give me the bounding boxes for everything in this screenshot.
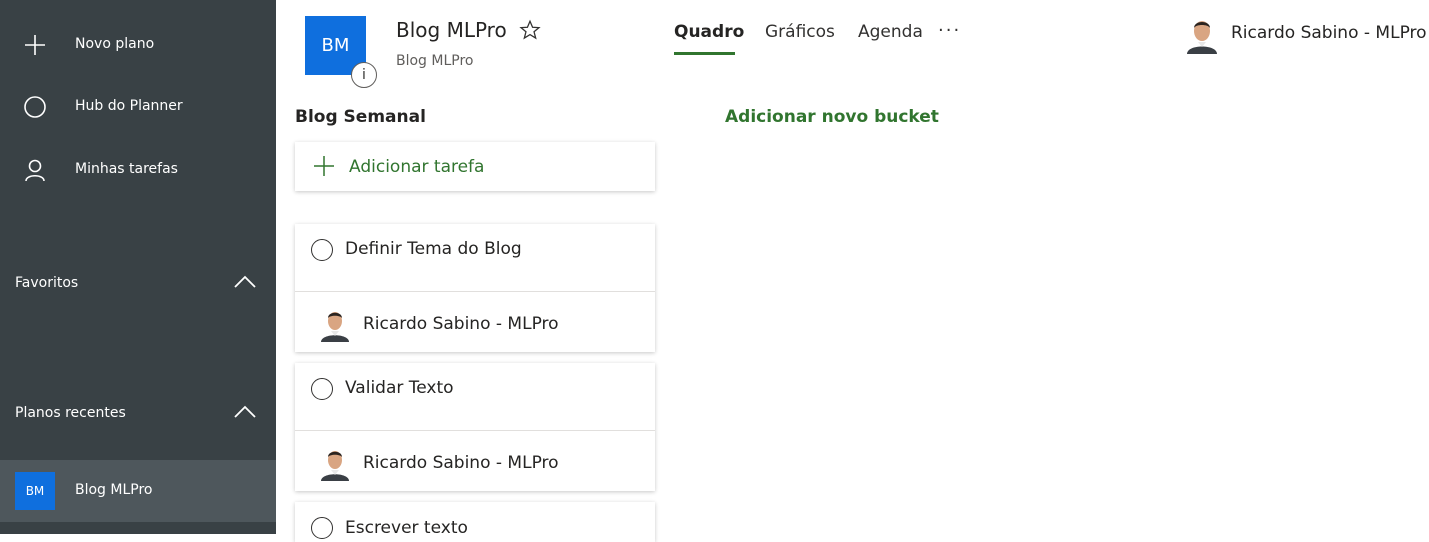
sidebar-item-my-tasks[interactable]: Minhas tarefas bbox=[0, 146, 276, 192]
task-title: Definir Tema do Blog bbox=[345, 239, 522, 259]
assignee-avatar bbox=[321, 451, 349, 481]
complete-task-checkbox[interactable] bbox=[311, 517, 333, 539]
sidebar-item-label: Blog MLPro bbox=[75, 482, 153, 498]
add-task-label: Adicionar tarefa bbox=[349, 157, 485, 177]
sidebar-item-label: Minhas tarefas bbox=[75, 161, 178, 177]
active-tab-indicator bbox=[674, 52, 735, 55]
favorite-star-icon[interactable] bbox=[519, 19, 541, 41]
card-divider bbox=[295, 291, 655, 292]
task-card[interactable]: Definir Tema do Blog Ricardo Sabino - ML… bbox=[295, 224, 655, 352]
user-name[interactable]: Ricardo Sabino - MLPro bbox=[1231, 23, 1427, 43]
plan-group-name: Blog MLPro bbox=[396, 53, 474, 69]
sidebar-item-new-plan[interactable]: Novo plano bbox=[0, 21, 276, 67]
card-divider bbox=[295, 430, 655, 431]
tab-charts[interactable]: Gráficos bbox=[765, 22, 835, 42]
task-card[interactable]: Validar Texto Ricardo Sabino - MLPro bbox=[295, 363, 655, 491]
sidebar-item-blog-mlpro[interactable]: BM Blog MLPro bbox=[0, 460, 276, 522]
favorites-label: Favoritos bbox=[15, 275, 79, 291]
tab-schedule[interactable]: Agenda bbox=[858, 22, 923, 42]
more-options-button[interactable]: ··· bbox=[938, 20, 961, 41]
task-title: Escrever texto bbox=[345, 518, 468, 538]
user-avatar[interactable] bbox=[1185, 14, 1219, 54]
person-icon bbox=[25, 159, 45, 182]
chevron-up-icon bbox=[234, 275, 256, 288]
assignee-avatar bbox=[321, 312, 349, 342]
recent-plans-section-header[interactable]: Planos recentes bbox=[0, 394, 276, 434]
assignee-name: Ricardo Sabino - MLPro bbox=[363, 453, 559, 473]
complete-task-checkbox[interactable] bbox=[311, 239, 333, 261]
sidebar-item-planner-hub[interactable]: Hub do Planner bbox=[0, 83, 276, 129]
complete-task-checkbox[interactable] bbox=[311, 378, 333, 400]
tab-board[interactable]: Quadro bbox=[674, 22, 744, 42]
sidebar-item-label: Novo plano bbox=[75, 36, 155, 52]
add-bucket-link[interactable]: Adicionar novo bucket bbox=[725, 107, 939, 127]
bucket-title[interactable]: Blog Semanal bbox=[295, 107, 426, 127]
assignee-name: Ricardo Sabino - MLPro bbox=[363, 314, 559, 334]
chevron-up-icon bbox=[234, 405, 256, 418]
task-card[interactable]: Escrever texto bbox=[295, 502, 655, 542]
recent-plans-label: Planos recentes bbox=[15, 405, 126, 421]
plan-info-button[interactable]: i bbox=[351, 62, 377, 88]
favorites-section-header[interactable]: Favoritos bbox=[0, 264, 276, 304]
left-sidebar: Novo plano Hub do Planner Minhas tarefas… bbox=[0, 0, 276, 534]
plus-icon bbox=[314, 156, 334, 176]
task-title: Validar Texto bbox=[345, 378, 454, 398]
plan-title: Blog MLPro bbox=[396, 18, 507, 42]
add-task-button[interactable]: Adicionar tarefa bbox=[295, 142, 655, 191]
plan-avatar-small: BM bbox=[15, 472, 55, 510]
plus-icon bbox=[25, 35, 45, 55]
circle-icon bbox=[24, 96, 46, 118]
sidebar-item-label: Hub do Planner bbox=[75, 98, 183, 114]
